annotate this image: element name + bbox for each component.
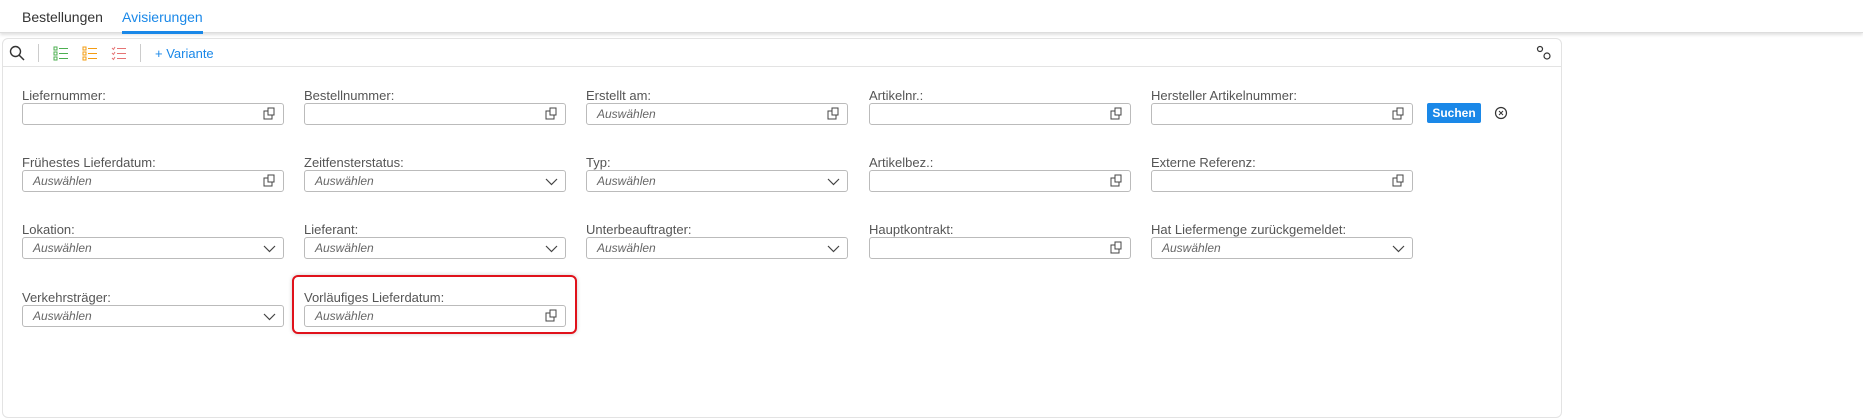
field-label: Verkehrsträger: [22,290,111,305]
erstellt-am-input[interactable]: Auswählen [586,103,848,125]
artikelbez-input[interactable] [869,170,1131,192]
chevron-down-icon[interactable] [1392,241,1405,255]
artikelnr-input[interactable] [869,103,1131,125]
bestellnummer-input[interactable] [304,103,566,125]
field-label: Hat Liefermenge zurückgemeldet: [1151,222,1347,237]
placeholder: Auswählen [597,107,656,121]
chevron-down-icon[interactable] [263,309,276,323]
lieferant-select[interactable]: Auswählen [304,237,566,259]
value-help-icon[interactable] [1392,174,1405,188]
field-label: Bestellnummer: [304,88,395,103]
field-label: Artikelbez.: [869,155,934,170]
frühestes-lieferdatum-input[interactable]: Auswählen [22,170,284,192]
field-label: Liefernummer: [22,88,106,103]
divider [140,44,141,62]
value-help-icon[interactable] [1110,174,1123,188]
toolbar: + Variante [3,39,1561,67]
settings-gears-icon[interactable] [1536,44,1552,62]
placeholder: Auswählen [33,174,92,188]
externe-referenz-input[interactable] [1151,170,1413,192]
field-label: Lieferant: [304,222,359,237]
chevron-down-icon[interactable] [827,241,840,255]
lokation-select[interactable]: Auswählen [22,237,284,259]
value-help-icon[interactable] [545,107,558,121]
search-button[interactable]: Suchen [1427,103,1481,123]
hauptkontrakt-input[interactable] [869,237,1131,259]
add-variant-button[interactable]: + Variante [155,44,214,62]
reset-icon[interactable] [1494,106,1508,125]
field-label: Artikelnr.: [869,88,924,103]
field-label: Lokation: [22,222,75,237]
chevron-down-icon[interactable] [263,241,276,255]
search-icon[interactable] [9,44,25,62]
list-orange-icon[interactable] [82,44,98,62]
zeitfensterstatus-select[interactable]: Auswählen [304,170,566,192]
field-label: Frühestes Lieferdatum: [22,155,156,170]
placeholder: Auswählen [315,241,374,255]
hersteller-artikelnummer-input[interactable] [1151,103,1413,125]
highlight-box [292,275,577,334]
field-label: Externe Referenz: [1151,155,1256,170]
divider [38,44,39,62]
liefernummer-input[interactable] [22,103,284,125]
field-label: Typ: [586,155,611,170]
placeholder: Auswählen [1162,241,1221,255]
placeholder: Auswählen [33,309,92,323]
field-label: Hauptkontrakt: [869,222,954,237]
typ-select[interactable]: Auswählen [586,170,848,192]
placeholder: Auswählen [597,241,656,255]
value-help-icon[interactable] [1392,107,1405,121]
placeholder: Auswählen [33,241,92,255]
field-label: Zeitfensterstatus: [304,155,404,170]
tab-bestellungen[interactable]: Bestellungen [22,9,103,25]
field-label: Hersteller Artikelnummer: [1151,88,1297,103]
placeholder: Auswählen [315,174,374,188]
verkehrsträger-select[interactable]: Auswählen [22,305,284,327]
field-label: Erstellt am: [586,88,652,103]
value-help-icon[interactable] [1110,241,1123,255]
unterbeauftragter-select[interactable]: Auswählen [586,237,848,259]
list-green-icon[interactable] [53,44,69,62]
value-help-icon[interactable] [263,107,276,121]
chevron-down-icon[interactable] [827,174,840,188]
value-help-icon[interactable] [1110,107,1123,121]
chevron-down-icon[interactable] [545,241,558,255]
field-label: Unterbeauftragter: [586,222,692,237]
tab-avisierungen[interactable]: Avisierungen [122,9,203,34]
checklist-red-icon[interactable] [111,44,127,62]
hat-liefermenge-zurückgemeldet-select[interactable]: Auswählen [1151,237,1413,259]
chevron-down-icon[interactable] [545,174,558,188]
placeholder: Auswählen [597,174,656,188]
value-help-icon[interactable] [827,107,840,121]
tab-bar: Bestellungen Avisierungen [0,0,1863,34]
value-help-icon[interactable] [263,174,276,188]
